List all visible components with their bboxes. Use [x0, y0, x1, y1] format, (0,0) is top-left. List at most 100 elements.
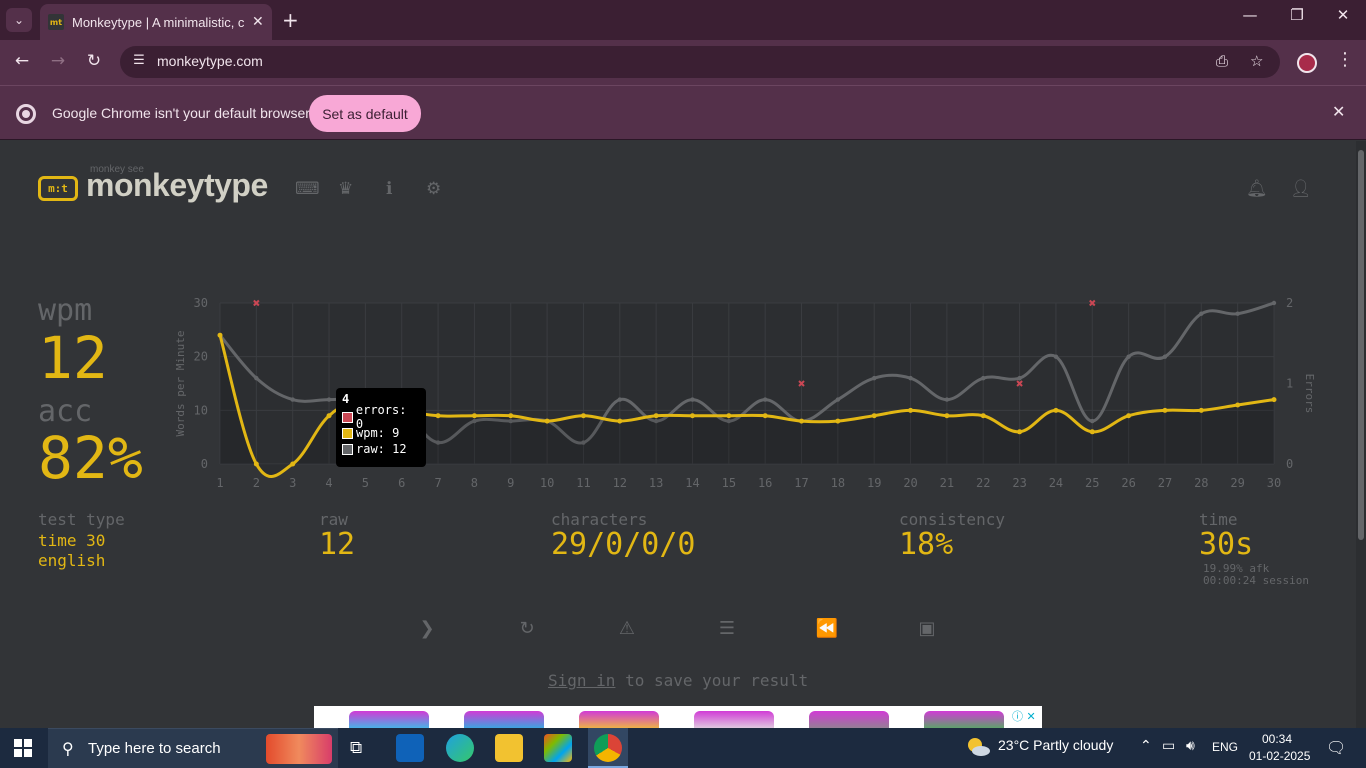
x-tick-label: 27 [1158, 476, 1172, 490]
profile-avatar[interactable] [1297, 53, 1317, 73]
infobar-message: Google Chrome isn't your default browser [52, 105, 310, 121]
set-as-default-button[interactable]: Set as default [309, 95, 421, 132]
install-app-icon[interactable]: ⎙ [1216, 52, 1228, 70]
tab-close-icon[interactable]: ✕ [252, 14, 264, 30]
edge-icon[interactable] [446, 734, 474, 762]
signin-link[interactable]: Sign in [548, 671, 615, 690]
x-tick-label: 24 [1049, 476, 1063, 490]
x-tick-label: 12 [613, 476, 627, 490]
bell-icon[interactable]: 🔔︎ [1246, 179, 1268, 199]
raw-point [1126, 354, 1131, 359]
search-placeholder[interactable]: Type here to search [88, 740, 221, 757]
language-indicator[interactable]: ENG [1212, 740, 1238, 754]
y2-tick-label: 0 [1286, 457, 1293, 471]
address-bar[interactable]: ☰ monkeytype.com ⎙ ☆ [120, 46, 1280, 78]
logo-text[interactable]: monkeytype [86, 167, 268, 204]
ad-game-tile[interactable] [579, 711, 659, 728]
x-tick-label: 6 [398, 476, 405, 490]
raw-swatch [342, 443, 353, 455]
test-type-language: english [38, 551, 106, 570]
minimize-button[interactable]: — [1235, 6, 1265, 24]
ad-game-tile[interactable] [464, 711, 544, 728]
next-test-icon[interactable]: ❯ [415, 618, 439, 639]
raw-point [326, 397, 332, 402]
notifications-icon[interactable]: 🗨︎ [1326, 738, 1346, 757]
windows-start-icon[interactable] [14, 739, 32, 757]
user-icon[interactable]: 👤︎ [1290, 179, 1312, 199]
wpm-point [471, 413, 477, 419]
task-view-icon[interactable]: ⧉ [350, 738, 362, 758]
raw-point [1090, 418, 1095, 424]
x-tick-label: 28 [1194, 476, 1208, 490]
x-tick-label: 10 [540, 476, 554, 490]
ad-game-tile[interactable] [924, 711, 1004, 728]
back-button[interactable]: ← [10, 51, 34, 71]
battery-icon[interactable]: ▭ [1162, 738, 1175, 754]
ad-game-tile[interactable] [809, 711, 889, 728]
site-info-icon[interactable]: ☰ [130, 53, 148, 71]
ad-game-tile[interactable] [694, 711, 774, 728]
weather-text[interactable]: 23°C Partly cloudy [998, 737, 1113, 753]
wpm-point [617, 418, 623, 424]
reload-button[interactable]: ↻ [82, 51, 106, 71]
words-history-icon[interactable]: ☰ [715, 618, 739, 639]
replay-icon[interactable]: ⏪ [815, 618, 839, 639]
microsoft-store-icon[interactable] [544, 734, 572, 762]
taskbar-search[interactable]: ⚲ Type here to search [48, 728, 338, 768]
restart-icon[interactable]: ↻ [515, 618, 539, 639]
tooltip-raw: raw: 12 [356, 442, 407, 456]
monkeytype-page: m:t monkey see monkeytype ⌨ ♛ ℹ ⚙ 🔔︎ 👤︎ … [0, 141, 1356, 728]
clock-time[interactable]: 00:34 [1262, 732, 1292, 746]
chrome-taskbar-icon[interactable] [594, 734, 622, 762]
tab-monkeytype[interactable]: mt Monkeytype | A minimalistic, cu ✕ [40, 4, 272, 40]
wpm-point [1053, 407, 1059, 413]
x-tick-label: 22 [976, 476, 990, 490]
volume-icon[interactable]: 🔊︎ [1186, 738, 1195, 754]
raw-point [1053, 354, 1059, 359]
raw-point [1199, 311, 1204, 316]
x-tick-label: 5 [362, 476, 369, 490]
forward-button[interactable]: → [46, 51, 70, 71]
outlook-icon[interactable] [396, 734, 424, 762]
tab-search-button[interactable]: ⌄ [6, 8, 32, 32]
keyboard-icon[interactable]: ⌨ [295, 179, 320, 199]
clock-date[interactable]: 01-02-2025 [1249, 749, 1310, 763]
close-window-button[interactable]: ✕ [1328, 6, 1358, 24]
screenshot-icon[interactable]: ▣ [915, 618, 939, 639]
wpm-point [435, 413, 441, 419]
test-type-mode: time 30 [38, 531, 106, 550]
search-highlight-image [266, 734, 332, 764]
raw-point [908, 375, 913, 381]
ad-game-tile[interactable] [349, 711, 429, 728]
wpm-point [980, 413, 986, 419]
raw-value: 12 [319, 527, 356, 562]
crown-icon[interactable]: ♛ [338, 179, 353, 199]
wpm-point [253, 461, 259, 467]
info-icon[interactable]: ℹ [386, 179, 392, 199]
report-icon[interactable]: ⚠ [615, 618, 639, 639]
wpm-point [944, 413, 950, 419]
url-text[interactable]: monkeytype.com [157, 53, 263, 69]
wpm-point [871, 413, 877, 419]
ad-info-icon[interactable]: ⓘ ✕ [1012, 708, 1036, 724]
wpm-swatch [342, 427, 353, 439]
raw-point [944, 397, 950, 402]
infobar-close-icon[interactable]: ✕ [1332, 102, 1345, 121]
new-tab-button[interactable]: + [282, 8, 299, 32]
gear-icon[interactable]: ⚙ [426, 179, 441, 199]
ad-banner[interactable]: ⓘ ✕ [314, 706, 1042, 728]
file-explorer-icon[interactable] [495, 734, 523, 762]
monkeytype-logo-icon[interactable]: m:t [38, 176, 78, 201]
show-hidden-icons-icon[interactable]: ⌃ [1140, 738, 1152, 754]
raw-point [762, 397, 768, 402]
wpm-point [1162, 407, 1168, 413]
chrome-menu-icon[interactable]: ⋮ [1336, 49, 1354, 70]
y2-tick-label: 2 [1286, 296, 1293, 310]
tab-title: Monkeytype | A minimalistic, cu [72, 14, 244, 30]
wpm-point [508, 413, 514, 419]
errors-swatch [342, 411, 353, 423]
restore-button[interactable]: ❐ [1282, 6, 1312, 24]
raw-point [254, 375, 259, 381]
bookmark-star-icon[interactable]: ☆ [1250, 52, 1263, 70]
scrollbar-thumb[interactable] [1358, 150, 1364, 540]
